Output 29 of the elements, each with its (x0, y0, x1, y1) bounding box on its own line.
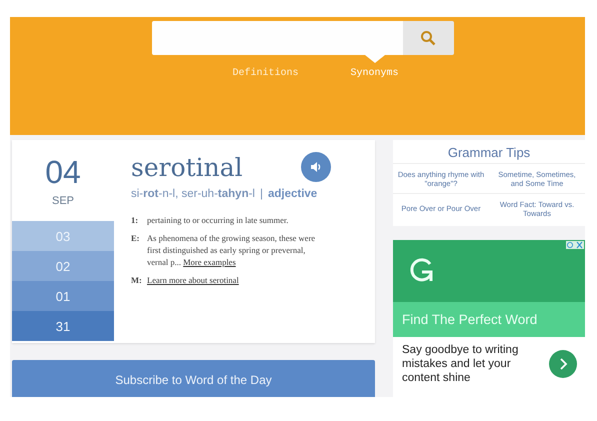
entry-marker: 1: (131, 214, 140, 226)
nav-tab[interactable]: Synonyms (350, 55, 399, 79)
previous-day-link[interactable]: 02 (12, 251, 114, 281)
subscribe-button[interactable]: Subscribe to Word of the Day (12, 360, 375, 397)
separator: | (260, 188, 263, 200)
grammar-tips-title: Grammar Tips (446, 145, 532, 160)
entry-text: pertaining to or occurring in late summer. (147, 214, 290, 226)
search-button[interactable] (402, 21, 454, 55)
ad-body: Say goodbye to writing mistakes and let your content shine (402, 343, 520, 385)
previous-day-link[interactable]: 01 (12, 281, 114, 311)
audio-button[interactable] (301, 152, 331, 182)
word-title: serotinal (131, 152, 243, 182)
previous-day-link[interactable]: 31 (12, 311, 114, 341)
chevron-right-icon (558, 358, 568, 370)
speaker-icon (310, 161, 322, 173)
month-label: SEP (50, 195, 75, 207)
entry-link[interactable]: More examples (183, 257, 236, 267)
ad-headline: Find The Perfect Word (393, 302, 585, 337)
day-number: 04 (44, 154, 82, 191)
part-of-speech: adjective (268, 188, 318, 200)
search-icon (420, 30, 436, 46)
entry-marker: E: (131, 232, 140, 245)
entry-marker: M: (131, 274, 141, 286)
search-field[interactable] (152, 21, 402, 55)
pronunciation: si-rot-n-l, ser-uh-tahyn-l (131, 188, 255, 200)
entry-link[interactable]: Learn more about serotinal (147, 274, 239, 286)
ad-info-close-icon[interactable] (566, 241, 584, 249)
entry-text: As phenomena of the growing season, these were first distinguished as early spring or prevernal, vernal p... More examples (147, 232, 316, 268)
ad-arrow-button[interactable] (549, 350, 577, 378)
